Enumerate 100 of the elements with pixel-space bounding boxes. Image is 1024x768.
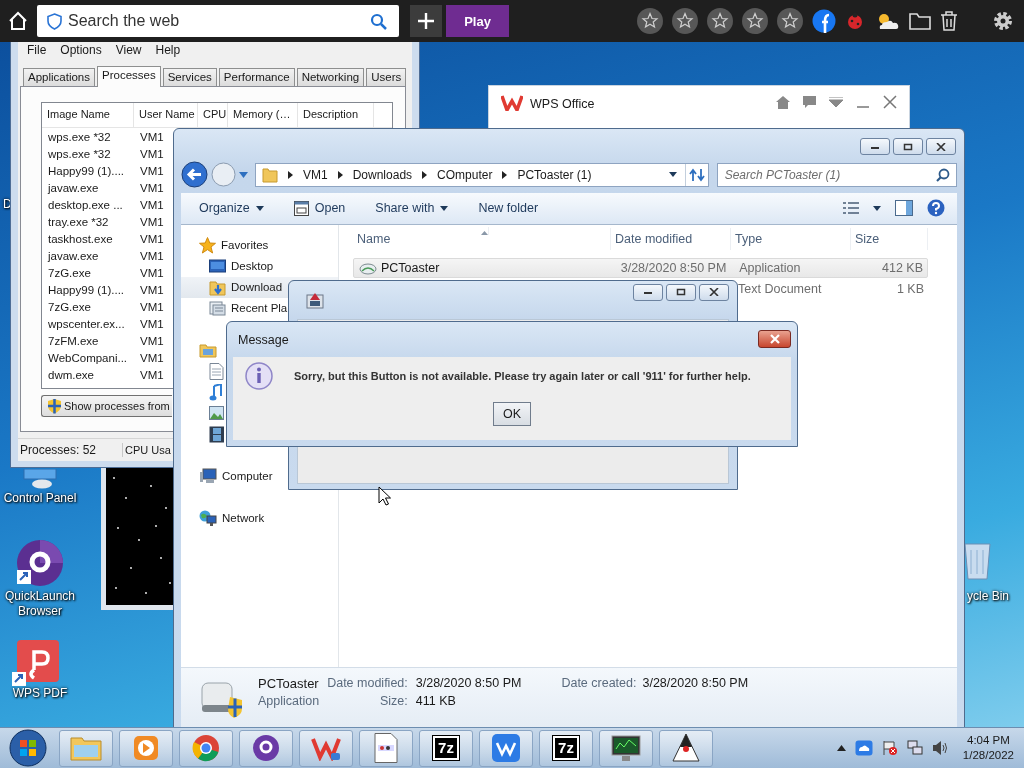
column-header[interactable]: Size [851, 227, 928, 250]
close-button[interactable] [758, 329, 791, 348]
nav-item[interactable]: Recent Pla [181, 297, 288, 319]
play-button[interactable]: Play [446, 5, 509, 37]
address-bar[interactable]: VM1 Downloads COmputer PCToaster (1) [255, 162, 709, 187]
tab[interactable]: Services [162, 68, 217, 86]
column-header[interactable]: Image Name [42, 103, 134, 127]
desktop-icon-label[interactable]: Control Panel [0, 491, 80, 506]
file-name: PCToaster [381, 260, 440, 275]
toolbar-button[interactable]: Share with [375, 201, 449, 216]
nav-item[interactable]: Network [181, 507, 265, 529]
maximize-icon [676, 288, 686, 296]
back-button-icon[interactable] [181, 161, 208, 189]
close-icon[interactable] [883, 95, 897, 109]
new-tab-button[interactable] [410, 5, 442, 37]
table-cell-text: dwm.exe [47, 368, 96, 381]
table-cell-text: VM1 [139, 266, 165, 279]
ring-icon [16, 539, 64, 587]
toolbar-button[interactable]: New folder [478, 201, 539, 216]
maximize-button[interactable] [893, 138, 923, 155]
caret-up-icon[interactable] [836, 745, 846, 751]
browser-icon [192, 734, 220, 762]
caret-icon[interactable] [239, 171, 248, 178]
minimize-button[interactable] [860, 138, 890, 155]
computer-icon [199, 468, 217, 485]
preview-pane-icon[interactable] [895, 200, 913, 217]
close-button[interactable] [926, 138, 956, 155]
column-header[interactable]: Memory (… [228, 103, 298, 127]
breadcrumb-item[interactable]: Downloads [352, 167, 413, 182]
network-icon[interactable] [906, 740, 923, 756]
dropdown-icon[interactable] [829, 97, 843, 107]
taskbar-button[interactable] [659, 729, 713, 767]
taskbar-button[interactable]: 7z [419, 729, 473, 767]
trash-icon[interactable] [940, 11, 958, 31]
column-header[interactable]: Type [731, 227, 851, 250]
toolbar-button[interactable]: Open [293, 200, 346, 216]
speaker-icon[interactable] [931, 740, 948, 756]
help-icon[interactable] [927, 199, 945, 218]
nav-item[interactable]: Computer [181, 465, 273, 487]
refresh-icon[interactable] [688, 167, 705, 182]
search-field[interactable]: Search PCToaster (1) [716, 162, 957, 187]
clock[interactable]: 4:04 PM 1/28/2022 [962, 733, 1014, 763]
nav-item[interactable]: Favorites [181, 234, 269, 256]
chevron-icon [337, 170, 343, 179]
show-processes-button[interactable]: Show processes from [41, 395, 172, 417]
pdf-icon [12, 640, 60, 686]
menu-item[interactable]: View [108, 43, 149, 57]
view-icon[interactable] [843, 201, 859, 216]
dialog-title: Message [238, 332, 289, 347]
window-title: WPS Office [530, 97, 595, 111]
tab[interactable]: Applications [23, 68, 95, 86]
toolbar-button[interactable]: Organize [199, 201, 264, 216]
menu-item[interactable]: Options [53, 43, 109, 57]
breadcrumb-item[interactable]: VM1 [303, 167, 328, 182]
social-icon[interactable] [812, 9, 836, 33]
nav-item[interactable]: Desktop [181, 255, 274, 277]
search-input[interactable]: Search PCToaster (1) [724, 164, 936, 185]
table-cell-text: VM1 [139, 198, 165, 211]
column-header[interactable]: User Name [134, 103, 198, 127]
column-header[interactable]: Description [298, 103, 374, 127]
table-cell-text: VM1 [139, 334, 165, 347]
taskbar-button[interactable] [239, 729, 293, 767]
search-input[interactable]: Search the web [68, 7, 364, 35]
file-row[interactable]: Text Document 1 KB [738, 278, 928, 299]
open-icon [293, 200, 309, 216]
flag-icon[interactable] [881, 740, 898, 756]
file-row[interactable]: PCToaster 3/28/2020 8:50 PM Application 412 KB [353, 257, 928, 278]
table-cell-text: Application [738, 260, 802, 275]
ok-button[interactable]: OK [493, 402, 531, 426]
shield-icon [47, 12, 62, 30]
tab[interactable]: Performance [218, 68, 295, 86]
column-header[interactable]: CPU [198, 103, 228, 127]
breadcrumb-item[interactable]: PCToaster (1) [517, 167, 592, 182]
table-cell-text: desktop.exe ... [47, 198, 124, 211]
settings-icon[interactable] [992, 10, 1014, 32]
close-button[interactable] [699, 283, 729, 301]
folder-icon[interactable] [909, 12, 931, 30]
menu-item[interactable]: Help [148, 43, 188, 57]
minimize-button[interactable] [633, 283, 663, 301]
table-cell-text: Happy99 (1).... [47, 164, 126, 177]
search-field[interactable]: Search the web [37, 5, 399, 37]
tab[interactable]: Networking [296, 68, 365, 86]
menu-item[interactable]: File [20, 43, 54, 57]
home-icon[interactable] [8, 11, 28, 31]
maximize-button[interactable] [666, 283, 696, 301]
file-name: PCToaster [258, 676, 320, 692]
cloud-icon[interactable] [854, 740, 873, 756]
application-icon [359, 260, 377, 275]
breadcrumb-item[interactable]: COmputer [437, 167, 493, 182]
close-icon [768, 333, 781, 344]
tab[interactable]: Users [366, 68, 407, 86]
tab[interactable]: Processes [97, 66, 161, 87]
comment-icon[interactable] [803, 96, 816, 108]
table-cell-text: WebCompani... [47, 351, 129, 364]
taskbar-button[interactable] [599, 729, 653, 767]
column-header[interactable]: Date modified [611, 227, 731, 250]
caret-icon [873, 205, 881, 211]
pictures-icon [209, 406, 224, 421]
start-button[interactable] [7, 729, 49, 767]
taskbar-button[interactable]: 7z [539, 729, 593, 767]
